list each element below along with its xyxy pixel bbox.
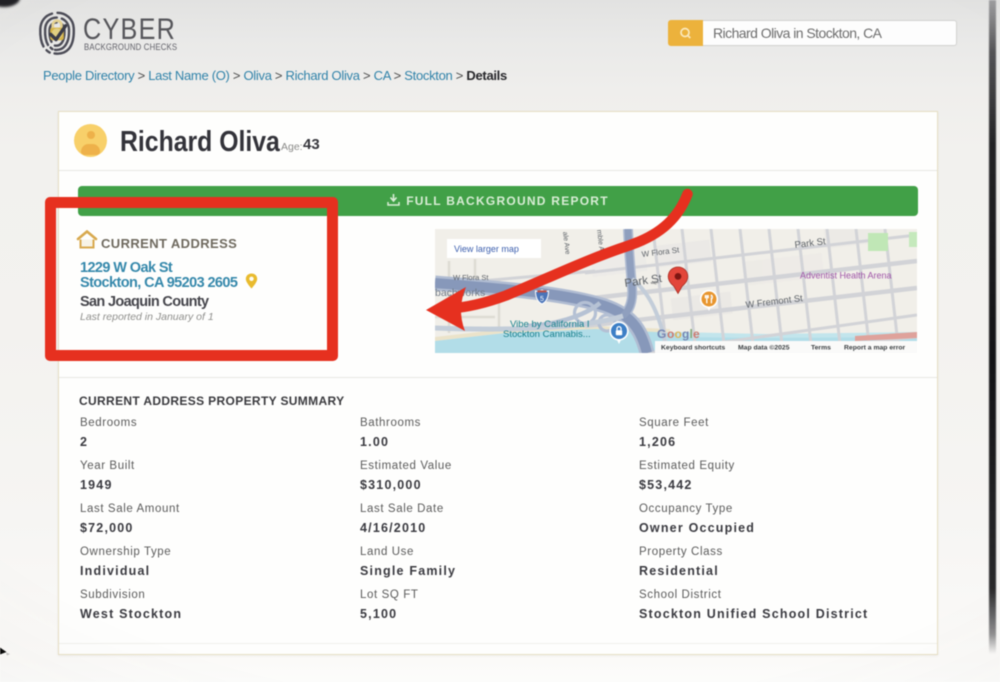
svg-text:W Flora St: W Flora St bbox=[453, 273, 489, 282]
svg-text:o: o bbox=[675, 327, 683, 341]
svg-text:Report a map error: Report a map error bbox=[844, 345, 906, 352]
svg-text:Adventist Health Arena: Adventist Health Arena bbox=[800, 271, 892, 281]
svg-text:o: o bbox=[667, 327, 675, 341]
svg-text:View larger map: View larger map bbox=[454, 244, 519, 254]
svg-text:Keyboard shortcuts: Keyboard shortcuts bbox=[661, 345, 725, 352]
svg-text:Map data ©2025: Map data ©2025 bbox=[738, 344, 790, 352]
svg-text:g: g bbox=[682, 327, 690, 341]
svg-text:5: 5 bbox=[540, 296, 544, 303]
svg-text:e: e bbox=[693, 327, 700, 341]
svg-text:bachworks: bachworks bbox=[435, 287, 485, 299]
svg-text:Stockton Cannabis...: Stockton Cannabis... bbox=[503, 329, 591, 340]
svg-text:Terms: Terms bbox=[811, 345, 831, 352]
svg-text:G: G bbox=[657, 327, 667, 341]
